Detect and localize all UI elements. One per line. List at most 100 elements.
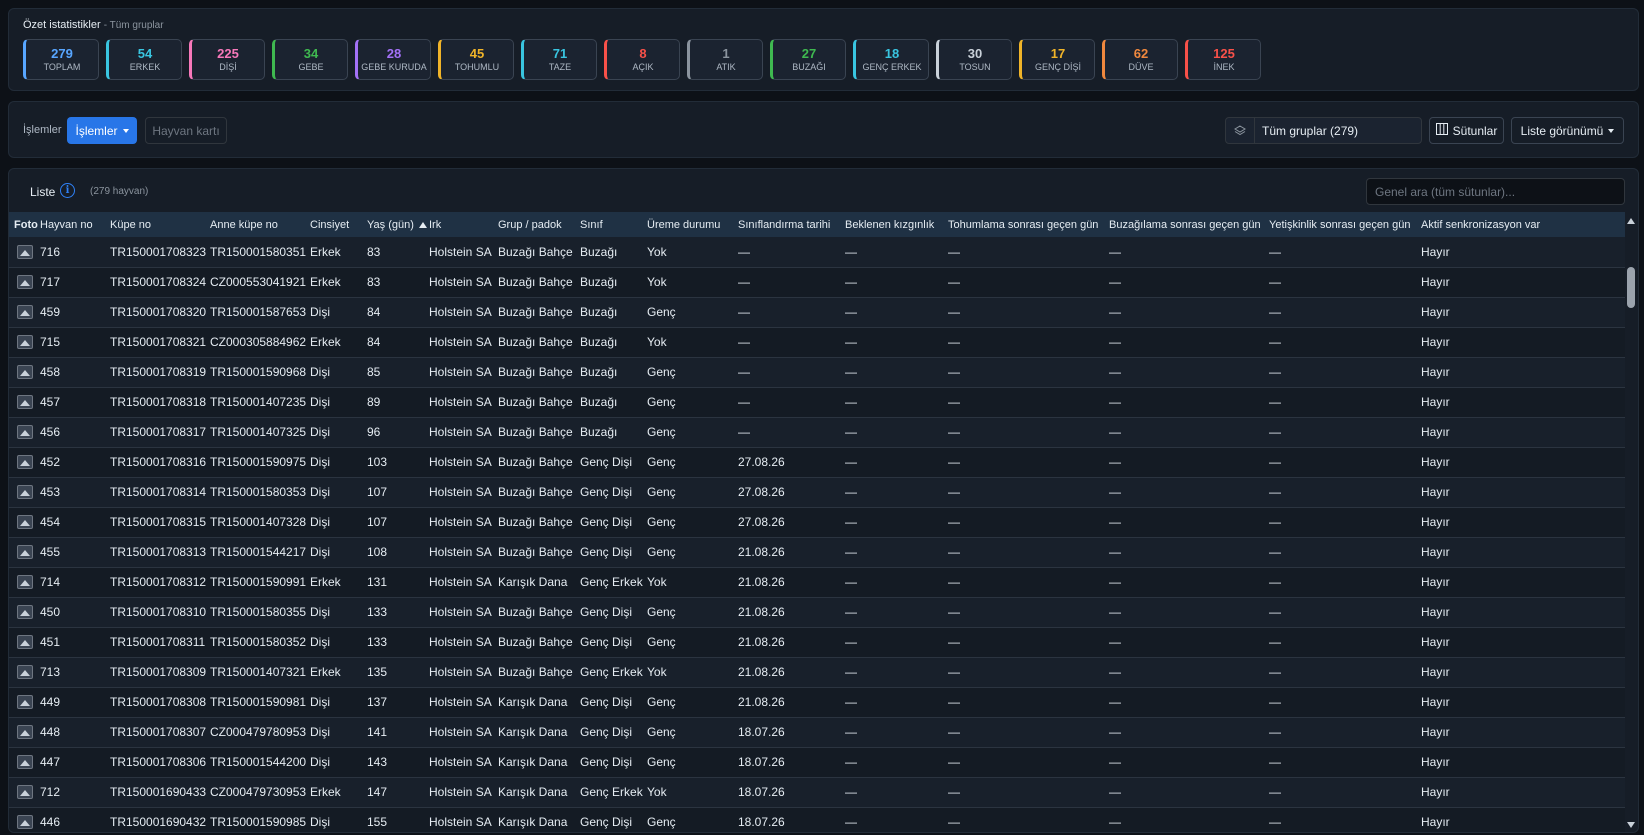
table-row[interactable]: 456 TR150001708317 TR150001407325 Dişi 96 Hol… <box>9 417 1627 448</box>
photo-cell[interactable] <box>9 687 38 718</box>
column-header[interactable]: Cinsiyet <box>308 212 365 237</box>
table-row[interactable]: 714 TR150001708312 TR150001590991 Erkek 131 H… <box>9 567 1627 598</box>
photo-cell[interactable] <box>9 477 38 508</box>
photo-icon[interactable] <box>17 695 33 710</box>
photo-cell[interactable] <box>9 357 38 388</box>
column-header[interactable]: Tohumlama sonrası geçen gün <box>946 212 1107 237</box>
photo-icon[interactable] <box>17 815 33 830</box>
column-header[interactable]: Foto <box>9 212 38 237</box>
photo-cell[interactable] <box>9 657 38 688</box>
info-icon[interactable]: i <box>60 183 75 198</box>
stat-card[interactable]: 225 DİŞİ <box>189 39 265 80</box>
table-row[interactable]: 450 TR150001708310 TR150001580355 Dişi 133 Ho… <box>9 597 1627 628</box>
group-select[interactable]: Tüm gruplar (279) <box>1225 117 1422 144</box>
scroll-up-icon[interactable] <box>1627 218 1635 224</box>
column-header[interactable]: Yaş (gün) <box>365 212 427 237</box>
photo-icon[interactable] <box>17 785 33 800</box>
stat-card[interactable]: 62 DÜVE <box>1102 39 1178 80</box>
photo-icon[interactable] <box>17 485 33 500</box>
table-row[interactable]: 448 TR150001708307 CZ000479780953 Dişi 141 Ho… <box>9 717 1627 748</box>
photo-icon[interactable] <box>17 335 33 350</box>
column-header[interactable]: Yetişkinlik sonrası geçen gün <box>1267 212 1419 237</box>
columns-button[interactable]: Sütunlar <box>1429 117 1504 144</box>
view-dropdown-button[interactable]: Liste görünümü <box>1511 117 1624 144</box>
photo-icon[interactable] <box>17 305 33 320</box>
table-row[interactable]: 717 TR150001708324 CZ000553041921 Erkek 83 Ho… <box>9 267 1627 298</box>
stat-card[interactable]: 54 ERKEK <box>106 39 182 80</box>
actions-dropdown-button[interactable]: İşlemler <box>67 117 137 144</box>
column-header[interactable]: Beklenen kızgınlık <box>843 212 946 237</box>
stat-card[interactable]: 125 İNEK <box>1185 39 1261 80</box>
stat-card[interactable]: 45 TOHUMLU <box>438 39 514 80</box>
table-row[interactable]: 716 TR150001708323 TR150001580351 Erkek 83 Ho… <box>9 237 1627 268</box>
column-header[interactable]: Küpe no <box>108 212 208 237</box>
photo-icon[interactable] <box>17 665 33 680</box>
photo-cell[interactable] <box>9 297 38 328</box>
table-row[interactable]: 453 TR150001708314 TR150001580353 Dişi 107 Ho… <box>9 477 1627 508</box>
column-header[interactable]: Grup / padok <box>496 212 578 237</box>
stat-card[interactable]: 1 ATIK <box>687 39 763 80</box>
photo-cell[interactable] <box>9 567 38 598</box>
photo-icon[interactable] <box>17 425 33 440</box>
photo-cell[interactable] <box>9 267 38 298</box>
photo-cell[interactable] <box>9 417 38 448</box>
photo-cell[interactable] <box>9 597 38 628</box>
scroll-down-icon[interactable] <box>1627 822 1635 828</box>
photo-icon[interactable] <box>17 515 33 530</box>
photo-cell[interactable] <box>9 537 38 568</box>
photo-cell[interactable] <box>9 627 38 658</box>
photo-cell[interactable] <box>9 447 38 478</box>
photo-cell[interactable] <box>9 807 38 832</box>
table-row[interactable]: 457 TR150001708318 TR150001407235 Dişi 89 Hol… <box>9 387 1627 418</box>
table-row[interactable]: 715 TR150001708321 CZ000305884962 Erkek 84 Ho… <box>9 327 1627 358</box>
photo-icon[interactable] <box>17 365 33 380</box>
photo-icon[interactable] <box>17 545 33 560</box>
table-row[interactable]: 712 TR150001690433 CZ000479730953 Erkek 147 H… <box>9 777 1627 808</box>
photo-cell[interactable] <box>9 507 38 538</box>
global-search-input[interactable] <box>1366 178 1625 205</box>
photo-cell[interactable] <box>9 777 38 808</box>
table-row[interactable]: 458 TR150001708319 TR150001590968 Dişi 85 Hol… <box>9 357 1627 388</box>
stat-card[interactable]: 27 BUZAĞI <box>770 39 846 80</box>
column-header[interactable]: Üreme durumu <box>645 212 736 237</box>
column-header[interactable]: Aktif senkronizasyon var <box>1419 212 1627 237</box>
table-row[interactable]: 713 TR150001708309 TR150001407321 Erkek 135 H… <box>9 657 1627 688</box>
stat-card[interactable]: 8 AÇIK <box>604 39 680 80</box>
column-header[interactable]: Anne küpe no <box>208 212 308 237</box>
photo-icon[interactable] <box>17 635 33 650</box>
stat-card[interactable]: 18 GENÇ ERKEK <box>853 39 929 80</box>
stat-card[interactable]: 34 GEBE <box>272 39 348 80</box>
table-row[interactable]: 446 TR150001690432 TR150001590985 Dişi 155 Ho… <box>9 807 1627 832</box>
table-row[interactable]: 455 TR150001708313 TR150001544217 Dişi 108 Ho… <box>9 537 1627 568</box>
photo-icon[interactable] <box>17 725 33 740</box>
table-row[interactable]: 451 TR150001708311 TR150001580352 Dişi 133 Ho… <box>9 627 1627 658</box>
column-header[interactable]: Irk <box>427 212 496 237</box>
column-header[interactable]: Sınıflandırma tarihi <box>736 212 843 237</box>
photo-icon[interactable] <box>17 275 33 290</box>
photo-cell[interactable] <box>9 237 38 268</box>
photo-icon[interactable] <box>17 575 33 590</box>
photo-icon[interactable] <box>17 245 33 260</box>
stat-card[interactable]: 30 TOSUN <box>936 39 1012 80</box>
photo-cell[interactable] <box>9 747 38 778</box>
column-header[interactable]: Buzağılama sonrası geçen gün <box>1107 212 1267 237</box>
stat-card[interactable]: 279 TOPLAM <box>23 39 99 80</box>
column-header[interactable]: Sınıf <box>578 212 645 237</box>
photo-icon[interactable] <box>17 455 33 470</box>
photo-cell[interactable] <box>9 327 38 358</box>
stat-card[interactable]: 71 TAZE <box>521 39 597 80</box>
photo-cell[interactable] <box>9 387 38 418</box>
photo-cell[interactable] <box>9 717 38 748</box>
scrollbar-thumb[interactable] <box>1627 267 1635 308</box>
table-row[interactable]: 449 TR150001708308 TR150001590981 Dişi 137 Ho… <box>9 687 1627 718</box>
photo-icon[interactable] <box>17 395 33 410</box>
table-row[interactable]: 459 TR150001708320 TR150001587653 Dişi 84 Hol… <box>9 297 1627 328</box>
photo-icon[interactable] <box>17 755 33 770</box>
vertical-scrollbar[interactable] <box>1625 212 1636 832</box>
stat-card[interactable]: 17 GENÇ DİŞİ <box>1019 39 1095 80</box>
stat-card[interactable]: 28 GEBE KURUDA <box>355 39 431 80</box>
table-row[interactable]: 454 TR150001708315 TR150001407328 Dişi 107 Ho… <box>9 507 1627 538</box>
table-row[interactable]: 447 TR150001708306 TR150001544200 Dişi 143 Ho… <box>9 747 1627 778</box>
table-row[interactable]: 452 TR150001708316 TR150001590975 Dişi 103 Ho… <box>9 447 1627 478</box>
column-header[interactable]: Hayvan no <box>38 212 108 237</box>
